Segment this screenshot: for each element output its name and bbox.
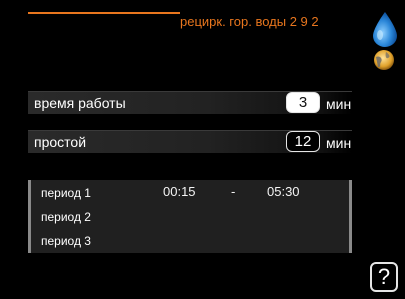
idle-time-value-field[interactable]: 12 (286, 131, 320, 152)
help-button[interactable]: ? (370, 262, 398, 292)
sun-icon (374, 50, 394, 70)
period-label: период 1 (41, 186, 91, 200)
idle-time-unit: мин (326, 135, 352, 151)
period-row-2[interactable]: период 2 (35, 207, 347, 226)
setting-label: время работы (34, 95, 126, 111)
water-drop-icon (373, 12, 397, 47)
run-time-value-field[interactable]: 3 (286, 92, 320, 113)
period-row-3[interactable]: период 3 (35, 231, 347, 250)
setting-label: простой (34, 134, 87, 150)
period-start-time[interactable]: 00:15 (163, 184, 196, 199)
period-separator: - (231, 184, 236, 199)
period-label: период 2 (41, 210, 91, 224)
title-accent-line (28, 12, 180, 14)
page-title: рецирк. гор. воды 2 9 2 (180, 14, 319, 29)
period-label: период 3 (41, 234, 91, 248)
period-schedule-panel: период 1 00:15 - 05:30 период 2 период 3 (28, 180, 352, 253)
period-end-time[interactable]: 05:30 (267, 184, 300, 199)
run-time-unit: мин (326, 96, 352, 112)
period-row-1[interactable]: период 1 00:15 - 05:30 (35, 183, 347, 202)
